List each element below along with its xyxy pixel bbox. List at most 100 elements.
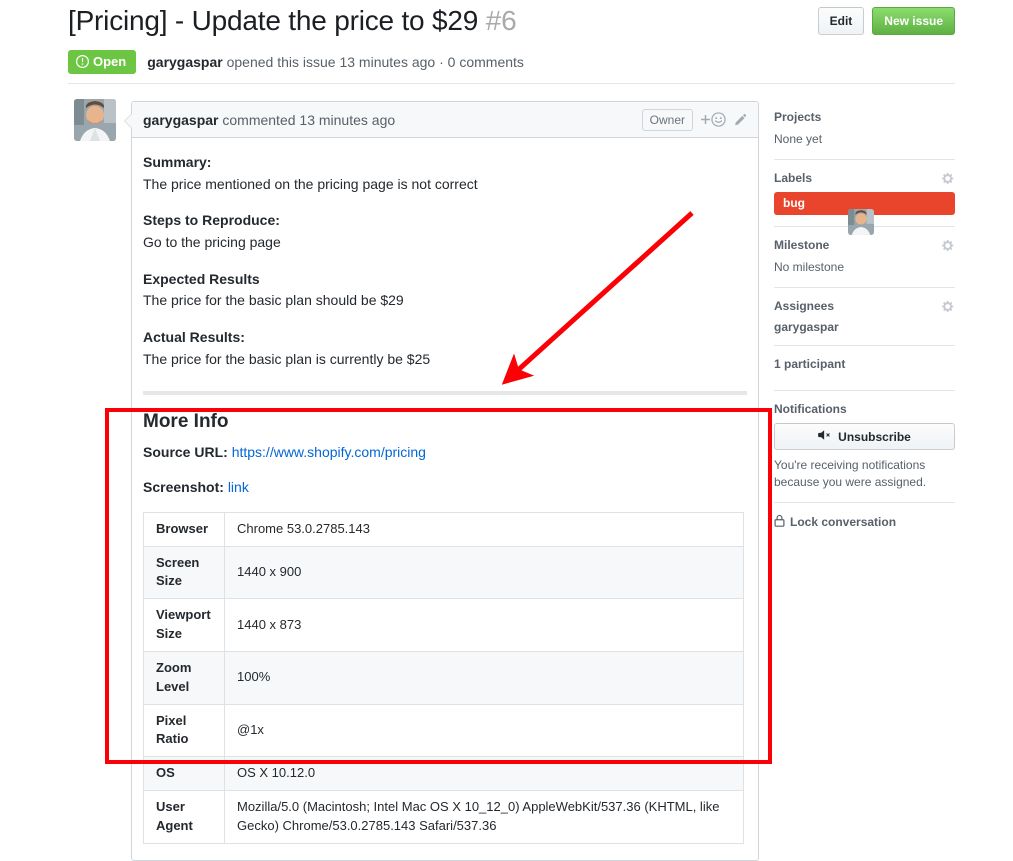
assignee-name: garygaspar: [774, 320, 839, 334]
table-row: Pixel Ratio @1x: [143, 703, 744, 758]
header-actions: Edit New issue: [817, 2, 955, 35]
projects-title: Projects: [774, 110, 822, 124]
lock-icon: [774, 514, 785, 530]
table-cell-key: Browser: [143, 511, 225, 547]
owner-badge: Owner: [641, 108, 693, 131]
sidebar-section-assignees: Assignees garygaspar: [774, 209, 955, 345]
source-url-label: Source URL:: [143, 444, 228, 461]
issue-title-text: [Pricing] - Update the price to $29: [68, 5, 479, 36]
pencil-icon[interactable]: [734, 113, 748, 127]
table-cell-key: Viewport Size: [143, 598, 225, 652]
section-actual-results: Actual Results: The price for the basic …: [143, 327, 747, 370]
table-cell-value: Mozilla/5.0 (Macintosh; Intel Mac OS X 1…: [224, 790, 744, 844]
table-cell-key: User Agent: [143, 790, 225, 844]
more-info-heading: More Info: [143, 410, 229, 432]
table-cell-key: Screen Size: [143, 545, 225, 600]
comment-body: Summary: The price mentioned on the pric…: [132, 138, 758, 860]
table-cell-value: Chrome 53.0.2785.143: [224, 511, 744, 547]
issue-comment-count: 0 comments: [447, 53, 524, 70]
table-cell-value: OS X 10.12.0: [224, 756, 744, 792]
environment-info-table: Browser Chrome 53.0.2785.143 Screen Size…: [143, 511, 744, 844]
issue-author[interactable]: garygaspar: [147, 54, 222, 70]
gear-icon[interactable]: [942, 300, 955, 313]
labels-header: Labels: [774, 171, 955, 185]
milestone-value: No milestone: [774, 260, 845, 274]
table-row: Browser Chrome 53.0.2785.143: [143, 511, 744, 547]
comment-header: garygaspar commented 13 minutes ago Owne…: [132, 102, 758, 138]
lock-conversation-label: Lock conversation: [790, 515, 897, 529]
sidebar-section-participants: 1 participant: [774, 209, 955, 390]
issue-meta-text: garygaspar opened this issue 13 minutes …: [147, 52, 524, 72]
section-text: The price for the basic plan is currentl…: [143, 350, 431, 367]
source-url-row: Source URL: https://www.shopify.com/pric…: [143, 442, 747, 464]
meta-separator: ·: [439, 53, 444, 70]
notifications-header: Notifications: [774, 402, 955, 416]
milestone-header: Milestone: [774, 238, 955, 252]
section-expected-results: Expected Results The price for the basic…: [143, 269, 747, 312]
comment-author[interactable]: garygaspar: [143, 112, 218, 128]
table-row: User Agent Mozilla/5.0 (Macintosh; Intel…: [143, 790, 744, 844]
status-badge: Open: [68, 49, 137, 74]
comment-timestamp: commented 13 minutes ago: [222, 111, 396, 128]
source-url-link[interactable]: https://www.shopify.com/pricing: [232, 444, 426, 460]
assignees-header: Assignees: [774, 299, 955, 313]
table-cell-key: Zoom Level: [143, 650, 225, 705]
sidebar-section-projects: Projects None yet: [774, 110, 955, 159]
table-cell-value: 100%: [224, 650, 744, 705]
issue-sidebar: Projects None yet Labels bug Milestone N…: [774, 110, 955, 541]
comment-box: garygaspar commented 13 minutes ago Owne…: [124, 101, 759, 861]
avatar[interactable]: [74, 99, 116, 141]
projects-value: None yet: [774, 132, 823, 146]
screenshot-row: Screenshot: link: [143, 477, 747, 499]
section-text: The price for the basic plan should be $…: [143, 292, 404, 309]
participants-title: 1 participant: [774, 357, 846, 371]
section-summary: Summary: The price mentioned on the pric…: [143, 152, 747, 195]
section-heading: Actual Results:: [143, 329, 245, 346]
sidebar-section-notifications: Notifications Unsubscribe You're receivi…: [774, 390, 955, 502]
gear-icon[interactable]: [942, 172, 955, 185]
comment-pointer: [124, 113, 132, 129]
table-cell-value: 1440 x 873: [224, 598, 744, 652]
table-cell-key: Pixel Ratio: [143, 703, 225, 758]
issue-header: [Pricing] - Update the price to $29 #6 E…: [68, 0, 955, 74]
section-text: Go to the pricing page: [143, 234, 281, 251]
section-steps-to-reproduce: Steps to Reproduce: Go to the pricing pa…: [143, 210, 747, 253]
table-row: OS OS X 10.12.0: [143, 756, 744, 792]
lock-conversation-button[interactable]: Lock conversation: [774, 514, 955, 530]
page-title: [Pricing] - Update the price to $29 #6: [68, 2, 517, 38]
screenshot-link[interactable]: link: [228, 479, 249, 495]
issue-meta-row: Open garygaspar opened this issue 13 min…: [68, 49, 955, 74]
table-row: Zoom Level 100%: [143, 650, 744, 705]
notifications-title: Notifications: [774, 402, 847, 416]
status-badge-label: Open: [93, 53, 127, 69]
issue-opened-text: opened this issue 13 minutes ago: [226, 53, 436, 70]
mute-icon: [818, 429, 832, 444]
new-issue-button[interactable]: New issue: [872, 7, 955, 35]
gear-icon[interactable]: [942, 239, 955, 252]
issue-opened-icon: [76, 55, 89, 69]
section-text: The price mentioned on the pricing page …: [143, 175, 478, 192]
header-divider: [68, 83, 955, 84]
participant-avatar[interactable]: [848, 209, 874, 235]
issue-page: [Pricing] - Update the price to $29 #6 E…: [0, 0, 1013, 861]
assignee-row[interactable]: garygaspar: [774, 209, 955, 334]
section-heading: Expected Results: [143, 270, 260, 287]
screenshot-label: Screenshot:: [143, 478, 224, 495]
sidebar-section-lock: Lock conversation: [774, 502, 955, 541]
table-cell-key: OS: [143, 756, 225, 792]
unsubscribe-button[interactable]: Unsubscribe: [774, 423, 955, 450]
section-heading: Steps to Reproduce:: [143, 212, 280, 229]
comment-header-actions: Owner: [641, 108, 748, 131]
horizontal-rule: [143, 390, 747, 395]
assignees-title: Assignees: [774, 299, 835, 313]
table-row: Screen Size 1440 x 900: [143, 545, 744, 600]
table-cell-value: 1440 x 900: [224, 545, 744, 600]
sidebar-section-milestone: Milestone No milestone: [774, 226, 955, 287]
labels-title: Labels: [774, 171, 813, 185]
add-reaction-icon[interactable]: [701, 112, 726, 127]
section-heading: Summary:: [143, 154, 212, 170]
unsubscribe-label: Unsubscribe: [838, 429, 911, 444]
edit-button[interactable]: Edit: [817, 7, 865, 35]
notifications-note: You're receiving notifications because y…: [774, 458, 927, 489]
issue-number: #6: [485, 5, 517, 36]
